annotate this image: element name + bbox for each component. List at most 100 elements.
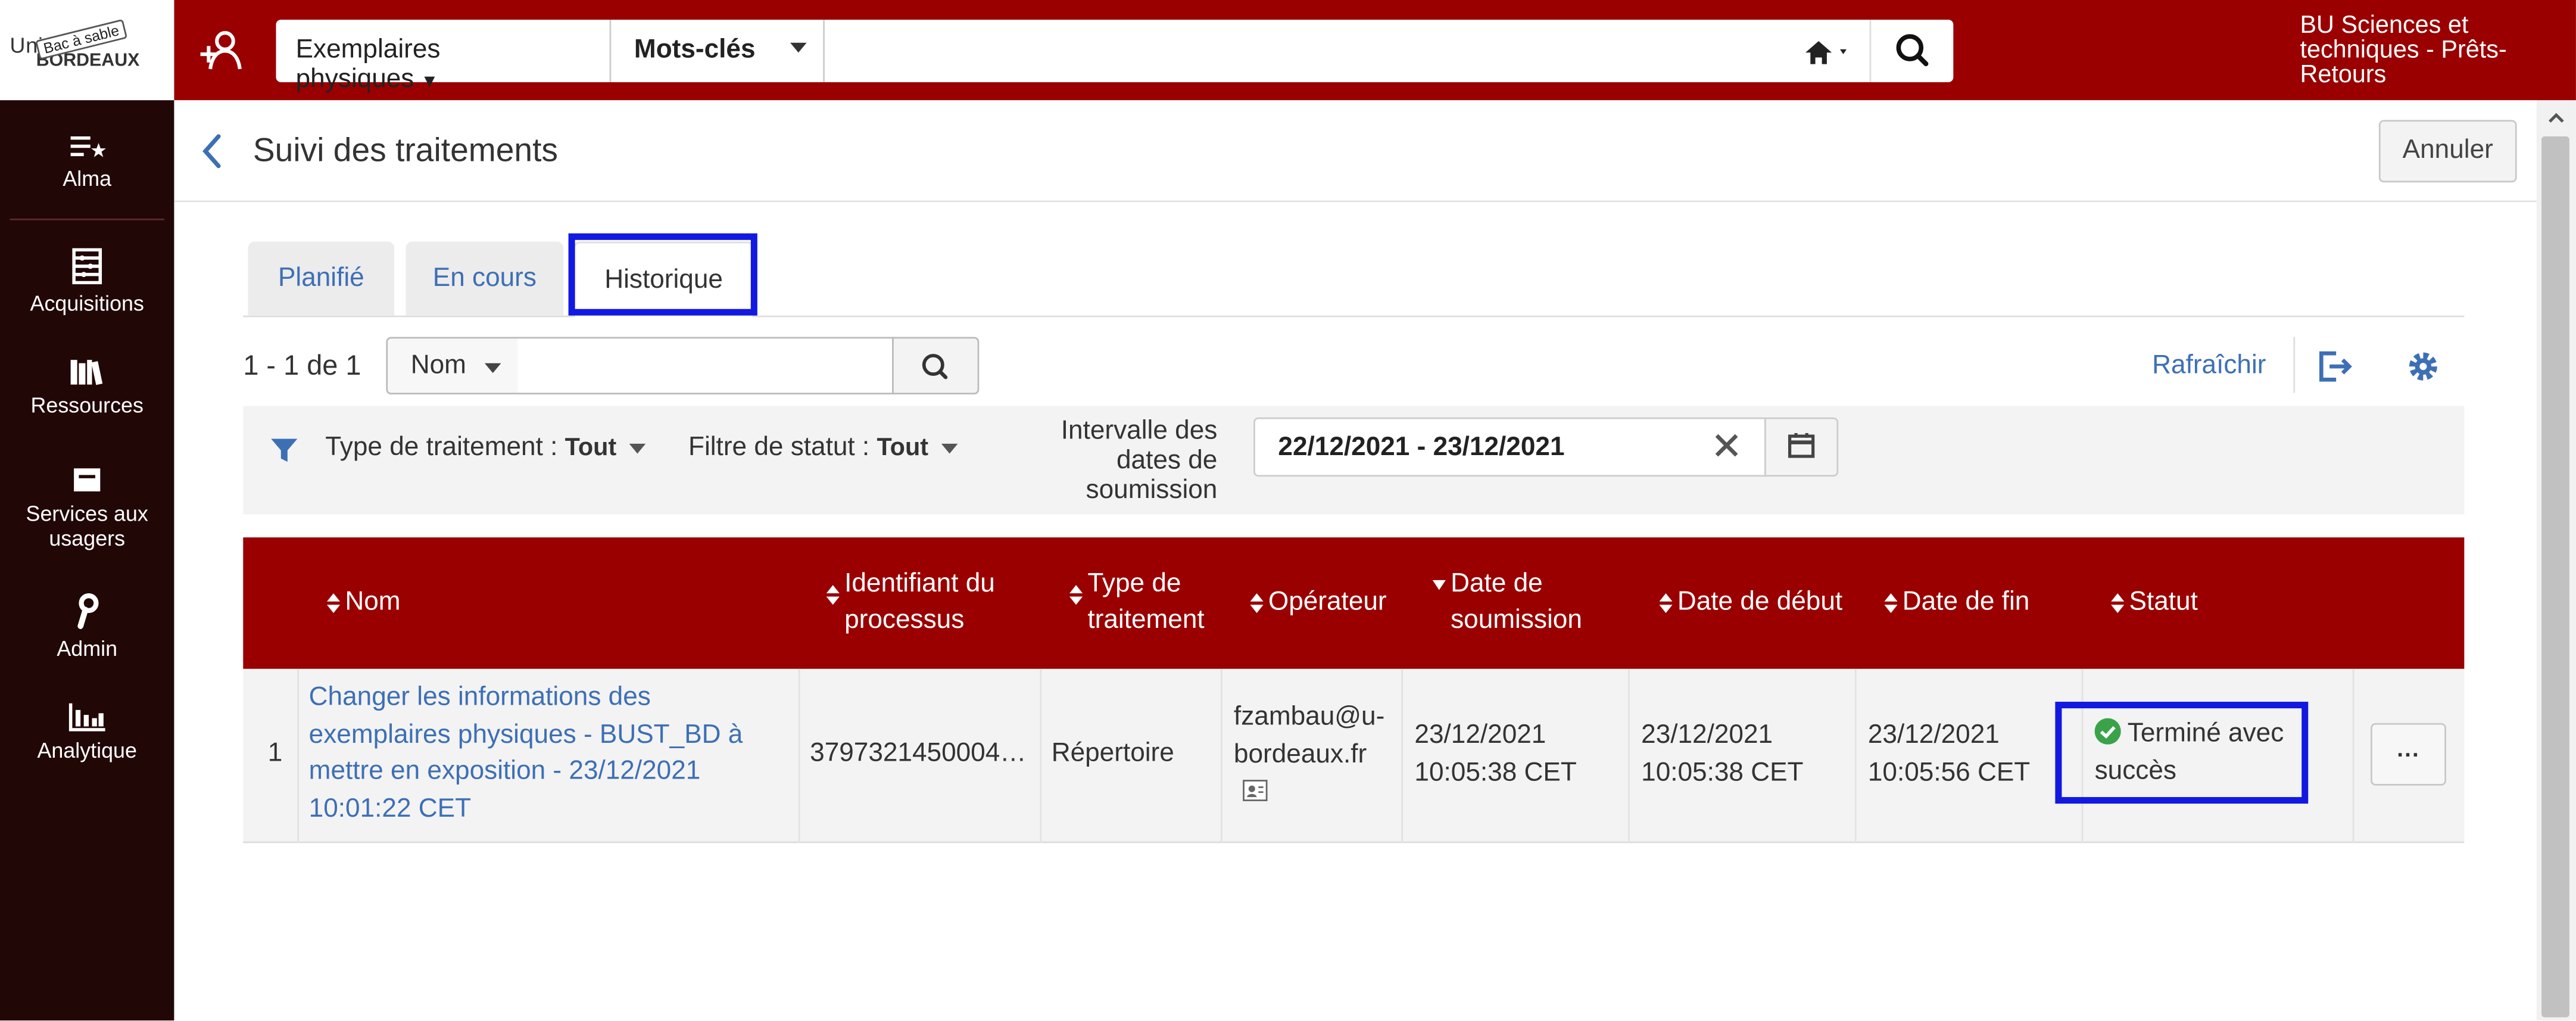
vertical-scrollbar[interactable] (2536, 100, 2576, 1021)
nav-label-acquisitions: Acquisitions (30, 291, 144, 316)
caret-down-icon (629, 443, 646, 453)
search-icon[interactable] (892, 337, 980, 395)
nav-label-services: Services aux usagers (26, 501, 148, 551)
column-label: Opérateur (1268, 588, 1387, 617)
end-date: 23/12/2021 10:05:56 CET (1868, 718, 2030, 792)
page-title: Suivi des traitements (252, 133, 559, 170)
column-header-type[interactable]: Type de traitement (1069, 567, 1235, 639)
persona-switch-icon[interactable] (197, 26, 247, 76)
column-label: Date de soumission (1451, 570, 1582, 634)
table-row[interactable]: 1 Changer les informations des exemplair… (243, 668, 2465, 843)
nav-divider (10, 218, 164, 220)
column-header-statut[interactable]: Statut (2111, 585, 2198, 621)
column-divider (1628, 668, 1630, 843)
list-search-input[interactable] (517, 337, 894, 395)
search-scope-label: Exemplaires physiques (295, 36, 441, 94)
global-search-bar: Exemplaires physiques ▼ Mots-clés (276, 20, 1954, 94)
submission-date: 23/12/2021 10:05:38 CET (1414, 718, 1576, 792)
abacus-icon (72, 248, 102, 285)
wrench-icon (77, 593, 99, 629)
job-type: Répertoire (1051, 739, 1174, 768)
refresh-link[interactable]: Rafraîchir (2152, 351, 2266, 381)
column-header-identifiant[interactable]: Identifiant du processus (826, 567, 1025, 639)
top-bar: Univ BORDEAUX Bac à sable Exemplaires ph… (0, 0, 2576, 101)
row-actions-button[interactable]: ··· (2371, 723, 2447, 786)
sort-icon (2111, 593, 2125, 614)
status-filter-label: Filtre de statut : (688, 434, 870, 462)
status-filter[interactable]: Filtre de statut : Tout (688, 434, 958, 463)
nav-ressources[interactable]: Ressources (0, 357, 174, 418)
university-logo[interactable]: Univ BORDEAUX Bac à sable (0, 0, 174, 101)
column-header-debut[interactable]: Date de début (1659, 585, 1843, 621)
inbox-icon (74, 468, 101, 491)
clear-icon[interactable] (1714, 432, 1740, 459)
caret-down-icon: ▼ (420, 72, 439, 92)
gear-icon[interactable] (2405, 348, 2441, 385)
nav-label-ressources: Ressources (30, 393, 144, 418)
operator-line: fzambau@u- (1233, 703, 1385, 731)
tab-planifie[interactable]: Planifié (248, 241, 395, 316)
search-by-dropdown[interactable]: Nom (386, 337, 519, 395)
date-line: 23/12/2021 (1641, 721, 1773, 750)
sort-icon (1659, 593, 1673, 614)
sort-icon (826, 585, 840, 605)
status-filter-value: Tout (877, 434, 929, 462)
nav-analytique[interactable]: Analytique (0, 702, 174, 762)
job-name-line: exemplaires physiques - BUST_BD à (308, 720, 743, 749)
bar-chart-icon (68, 703, 105, 731)
column-divider (1401, 668, 1404, 843)
alma-icon (70, 136, 106, 157)
row-index: 1 (267, 739, 283, 768)
process-id: 3797321450004… (810, 739, 1027, 768)
date-range-input[interactable]: 22/12/2021 - 23/12/2021 (1253, 417, 1766, 477)
tab-highlight-box (568, 233, 757, 316)
global-search-input[interactable] (824, 23, 1778, 79)
search-field-label: Mots-clés (634, 36, 756, 64)
scroll-up-icon[interactable] (2548, 110, 2565, 127)
caret-down-icon (484, 363, 501, 373)
column-divider (798, 668, 800, 843)
column-header-fin[interactable]: Date de fin (1884, 585, 2029, 621)
date-line: 23/12/2021 (1414, 721, 1546, 750)
scroll-thumb[interactable] (2541, 136, 2569, 1017)
job-name-line: Changer les informations des (308, 683, 651, 712)
nav-label-alma: Alma (63, 166, 112, 191)
job-name-link[interactable]: Changer les informations des exemplaires… (309, 680, 743, 828)
tab-en-cours[interactable]: En cours (406, 241, 564, 316)
nav-services-usagers[interactable]: Services aux usagers (0, 465, 174, 550)
cancel-button[interactable]: Annuler (2378, 120, 2517, 183)
job-name-line: mettre en exposition - 23/12/2021 (308, 757, 701, 786)
search-field-dropdown[interactable]: Mots-clés (611, 20, 825, 82)
column-label: Identifiant du processus (844, 570, 995, 634)
home-scope-icon[interactable] (1801, 36, 1860, 69)
column-header-operateur[interactable]: Opérateur (1250, 585, 1387, 621)
start-date: 23/12/2021 10:05:38 CET (1641, 718, 1803, 792)
column-label: Nom (345, 588, 401, 617)
search-icon[interactable] (1869, 20, 1954, 82)
column-header-nom[interactable]: Nom (327, 585, 401, 621)
type-filter-value: Tout (565, 434, 617, 462)
type-filter-label: Type de traitement : (325, 434, 558, 462)
column-divider (1854, 668, 1857, 843)
nav-alma[interactable]: Alma (0, 133, 174, 191)
search-scope-dropdown[interactable]: Exemplaires physiques ▼ (276, 20, 612, 94)
column-header-soumission[interactable]: Date de soumission (1432, 567, 1615, 639)
calendar-icon[interactable] (1764, 417, 1839, 477)
date-interval-label: Intervalle des dates de soumission (1061, 417, 1218, 505)
back-arrow-icon[interactable] (197, 130, 227, 173)
sort-icon (1884, 593, 1898, 614)
nav-acquisitions[interactable]: Acquisitions (0, 248, 174, 316)
status-highlight-box (2055, 702, 2309, 804)
column-label: Type de traitement (1087, 570, 1205, 634)
institution-location[interactable]: BU Sciences et techniques - Prêts-Retour… (2300, 13, 2571, 87)
column-label: Date de début (1677, 588, 1843, 617)
column-divider (297, 668, 300, 843)
type-filter[interactable]: Type de traitement : Tout (325, 434, 646, 463)
app-window: Univ BORDEAUX Bac à sable Exemplaires ph… (0, 0, 2576, 1021)
sort-desc-icon (1432, 580, 1446, 590)
contact-card-icon[interactable] (1242, 779, 1268, 802)
nav-admin[interactable]: Admin (0, 593, 174, 661)
results-count: 1 - 1 de 1 (243, 350, 361, 382)
sort-icon (1069, 585, 1083, 605)
export-icon[interactable] (2315, 348, 2354, 385)
